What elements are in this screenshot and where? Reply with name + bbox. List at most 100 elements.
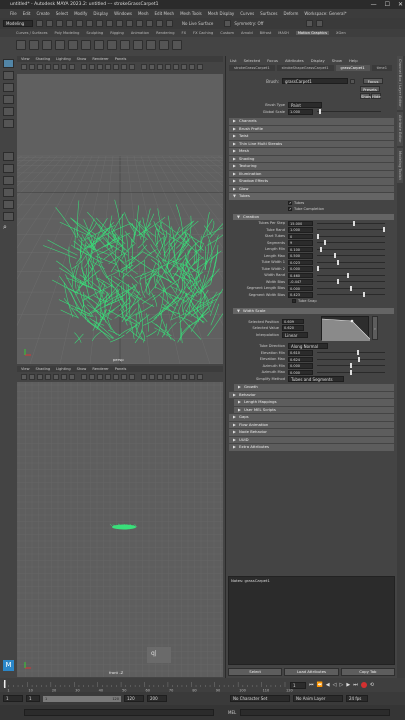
shelf-tool-12-icon[interactable] (159, 39, 169, 50)
menu-1[interactable]: Edit (23, 11, 31, 16)
step-forward-icon[interactable]: ▶ (346, 682, 350, 688)
shelf-tab-0[interactable]: Curves / Surfaces (16, 31, 48, 35)
menu-0[interactable]: File (10, 11, 17, 16)
menu-14[interactable]: Workspace: General* (304, 11, 346, 16)
viewport-tool-9-icon[interactable] (97, 63, 103, 70)
ae-menu-3[interactable]: Attributes (285, 58, 304, 63)
slider-knob[interactable] (336, 279, 339, 285)
attr-slider[interactable] (317, 259, 385, 265)
brush-type-dropdown[interactable]: Paint (288, 102, 322, 109)
brush-name-field[interactable]: grassCarpet1 (282, 78, 348, 84)
ramp-expand-button[interactable]: › (372, 316, 378, 340)
attr-field[interactable]: 0.000 (288, 369, 313, 375)
fps-dropdown[interactable]: 24 fps (346, 695, 368, 702)
attr-field[interactable]: 9 (288, 240, 313, 246)
viewport-tool-1-icon[interactable] (29, 373, 35, 380)
viewport-menu-0[interactable]: View (21, 367, 30, 371)
viewport-menu-2[interactable]: Lighting (56, 367, 71, 371)
select-object-icon[interactable] (96, 20, 103, 27)
ae-node-tab-0[interactable]: strokeGrassCarpet1 (229, 65, 275, 71)
frame-width-scale[interactable]: ▼ Width Scale (233, 307, 394, 314)
viewport-tool-12-icon[interactable] (121, 63, 127, 70)
shelf-tool-10-icon[interactable] (133, 39, 143, 50)
close-button[interactable]: ✕ (398, 0, 403, 9)
menu-9[interactable]: Mesh Tools (180, 11, 202, 16)
viewport-tool-3-icon[interactable] (45, 63, 51, 70)
lower-frame-6[interactable]: ▶ Node Behavior (229, 429, 394, 436)
ae-node-tab-2[interactable]: grassCarpet1 (335, 65, 370, 71)
viewport-tool-16-icon[interactable] (157, 63, 163, 70)
anim-layer-dropdown[interactable]: No Anim Layer (293, 695, 343, 702)
presets-button[interactable]: Presets (360, 85, 380, 92)
go-to-end-icon[interactable]: ⏭ (353, 682, 358, 688)
shelf-tool-5-icon[interactable] (68, 39, 78, 50)
attr-slider[interactable] (317, 246, 385, 252)
attr-field[interactable]: 0.000 (288, 363, 313, 369)
shelf-tool-13-icon[interactable] (172, 39, 182, 50)
snap-surface-icon[interactable] (146, 20, 153, 27)
soft-select-icon[interactable] (3, 152, 14, 161)
viewport-tool-12-icon[interactable] (121, 373, 127, 380)
go-to-input-icon[interactable] (350, 78, 355, 84)
ae-menu-5[interactable]: Show (332, 58, 342, 63)
shelf-tab-7[interactable]: FX Caching (193, 31, 213, 35)
shelf-tab-3[interactable]: Rigging (110, 31, 124, 35)
range-bar[interactable]: 1 120 (43, 695, 121, 702)
frame-4[interactable]: ▶ Mesh (229, 148, 394, 155)
hide-button[interactable]: Hide (371, 92, 381, 99)
time-cursor[interactable] (4, 680, 6, 688)
frame-7[interactable]: ▶ Illumination (229, 170, 394, 177)
shelf-tab-10[interactable]: Bifrost (260, 31, 272, 35)
sign-in-icon[interactable] (306, 20, 314, 27)
viewport-tool-17-icon[interactable] (165, 63, 171, 70)
menu-8[interactable]: Edit Mesh (155, 11, 175, 16)
snap-point-icon[interactable] (136, 20, 143, 27)
two-view-layout-icon[interactable] (3, 188, 14, 197)
shelf-tab-6[interactable]: FX (182, 31, 187, 35)
frame-0[interactable]: ▶ Channels (229, 118, 394, 125)
viewport-tool-0-icon[interactable] (21, 373, 27, 380)
focus-button[interactable]: Focus (363, 78, 383, 84)
shelf-tool-7-icon[interactable] (94, 39, 104, 50)
frame-6[interactable]: ▶ Texturing (229, 163, 394, 170)
undo-icon[interactable] (66, 20, 73, 27)
shelf-tab-11[interactable]: MASH (278, 31, 289, 35)
tubes-checkbox[interactable]: ✓ (288, 200, 292, 205)
viewport-tool-2-icon[interactable] (37, 63, 43, 70)
scale-tool-icon[interactable] (3, 119, 14, 128)
range-inner-start-field[interactable]: 1 (26, 695, 40, 702)
viewport-tool-19-icon[interactable] (181, 373, 187, 380)
shelf-tool-9-icon[interactable] (120, 39, 130, 50)
viewport-tool-20-icon[interactable] (189, 373, 195, 380)
ae-menu-1[interactable]: Selected (244, 58, 260, 63)
shelf-tool-1-icon[interactable] (16, 39, 26, 50)
viewport-tool-17-icon[interactable] (165, 373, 171, 380)
viewport-menu-0[interactable]: View (21, 57, 30, 61)
slider-knob[interactable] (383, 227, 385, 233)
play-back-icon[interactable]: ◁ (333, 682, 337, 688)
shelf-tab-5[interactable]: Rendering (156, 31, 174, 35)
move-tool-icon[interactable] (3, 95, 14, 104)
cmd-language-label[interactable]: MEL (228, 710, 236, 715)
attr-slider[interactable] (317, 279, 385, 285)
tube-completion-checkbox[interactable]: ✓ (288, 207, 292, 212)
select-button[interactable]: Select (228, 667, 283, 676)
viewport-menu-3[interactable]: Show (77, 57, 87, 61)
global-scale-field[interactable]: 1.000 (288, 109, 313, 115)
side-tab-1[interactable]: Attribute Editor (397, 111, 403, 146)
attr-field[interactable]: 0.624 (288, 356, 313, 362)
viewport-tool-21-icon[interactable] (197, 373, 203, 380)
ae-menu-6[interactable]: Help (349, 58, 358, 63)
viewport-menu-5[interactable]: Panels (115, 367, 127, 371)
lower-frame-2[interactable]: ▶ Length Mappings (234, 399, 394, 406)
ae-menu-2[interactable]: Focus (267, 58, 278, 63)
attr-field[interactable]: 0.000 (288, 285, 313, 291)
go-to-start-icon[interactable]: ⏮ (309, 682, 314, 688)
slider-knob[interactable] (350, 363, 352, 369)
viewport-tool-9-icon[interactable] (97, 373, 103, 380)
viewport-menu-1[interactable]: Shading (36, 57, 51, 61)
character-set-dropdown[interactable]: No Character Set (230, 695, 290, 702)
interpolation-dropdown[interactable]: Linear (282, 331, 308, 338)
attr-slider[interactable] (317, 227, 385, 233)
ae-menu-4[interactable]: Display (311, 58, 325, 63)
